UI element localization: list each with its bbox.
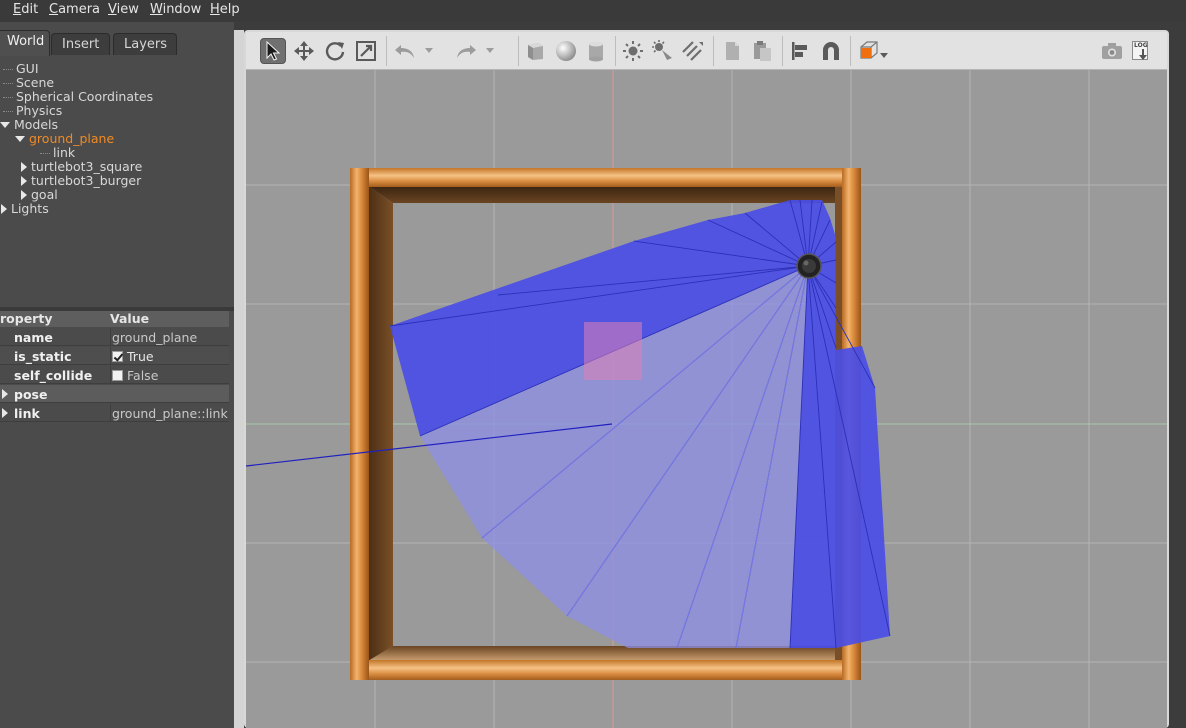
- property-key: self_collide: [14, 368, 93, 383]
- left-panel: World Insert Layers GUI Scene Spherical …: [0, 22, 234, 728]
- tab-insert[interactable]: Insert: [51, 33, 110, 55]
- tree-item-physics[interactable]: Physics: [3, 104, 62, 118]
- scene-render[interactable]: [246, 70, 1167, 728]
- property-value: ground_plane::link: [112, 406, 228, 421]
- scale-icon[interactable]: [353, 38, 379, 64]
- point-light-icon[interactable]: [620, 38, 646, 64]
- tab-layers[interactable]: Layers: [113, 33, 177, 55]
- property-key: pose: [14, 387, 48, 402]
- spot-light-icon[interactable]: [650, 38, 676, 64]
- property-value[interactable]: ground_plane: [112, 330, 197, 345]
- paste-icon[interactable]: [749, 38, 775, 64]
- scene-viewport[interactable]: [246, 70, 1167, 728]
- tab-world[interactable]: World: [0, 30, 50, 56]
- rotate-icon[interactable]: [322, 38, 348, 64]
- expand-arrow-icon[interactable]: [2, 408, 8, 418]
- box-icon[interactable]: [522, 38, 548, 64]
- cylinder-icon[interactable]: [583, 38, 609, 64]
- log-icon[interactable]: LOG: [1128, 38, 1154, 64]
- log-label: LOG: [1134, 42, 1148, 49]
- turtlebot3-burger[interactable]: [796, 253, 822, 279]
- menu-view[interactable]: View: [108, 2, 139, 17]
- expand-arrow-icon[interactable]: [2, 389, 8, 399]
- property-table-header: roperty Value: [0, 311, 229, 327]
- magnet-icon[interactable]: [818, 38, 844, 64]
- expand-arrow-icon[interactable]: [0, 122, 10, 128]
- tree-item-link[interactable]: link: [40, 146, 75, 160]
- property-key: name: [14, 330, 53, 345]
- undo-dropdown-icon[interactable]: [422, 38, 436, 64]
- scene-toolbar: LOG: [246, 32, 1167, 70]
- self-collide-checkbox[interactable]: [112, 370, 123, 381]
- tree-item-turtlebot3-square[interactable]: turtlebot3_square: [21, 160, 142, 174]
- screenshot-icon[interactable]: [1099, 38, 1125, 64]
- panel-tabs: World Insert Layers: [0, 30, 234, 56]
- tree-item-scene[interactable]: Scene: [3, 76, 54, 90]
- property-row-link[interactable]: link ground_plane::link: [0, 404, 229, 422]
- is-static-checkbox[interactable]: [112, 351, 123, 362]
- property-row-name[interactable]: name ground_plane: [0, 328, 229, 346]
- align-icon[interactable]: [787, 38, 813, 64]
- menu-window[interactable]: Window: [150, 2, 201, 17]
- property-row-pose[interactable]: pose: [0, 385, 229, 403]
- vertical-splitter[interactable]: [234, 30, 244, 728]
- tree-item-models[interactable]: Models: [0, 118, 58, 132]
- directional-light-icon[interactable]: [680, 38, 706, 64]
- expand-arrow-icon[interactable]: [15, 136, 25, 142]
- header-value: Value: [110, 311, 150, 326]
- render-view: LOG: [244, 30, 1169, 728]
- collapse-arrow-icon[interactable]: [21, 162, 27, 172]
- world-tree: GUI Scene Spherical Coordinates Physics …: [0, 57, 234, 307]
- tree-item-ground-plane[interactable]: ground_plane: [15, 132, 114, 146]
- property-key: link: [14, 406, 40, 421]
- collapse-arrow-icon[interactable]: [1, 204, 7, 214]
- right-edge: [1169, 30, 1186, 728]
- sphere-icon[interactable]: [553, 38, 579, 64]
- redo-dropdown-icon[interactable]: [483, 38, 497, 64]
- property-value: False: [127, 368, 159, 383]
- tree-item-goal[interactable]: goal: [21, 188, 58, 202]
- tree-item-gui[interactable]: GUI: [3, 62, 39, 76]
- copy-icon[interactable]: [719, 38, 745, 64]
- tree-item-lights[interactable]: Lights: [1, 202, 49, 216]
- menu-edit[interactable]: Edit: [13, 2, 38, 17]
- collapse-arrow-icon[interactable]: [21, 176, 27, 186]
- menu-bar: Edit Camera View Window Help: [0, 0, 1186, 22]
- view-angle-icon[interactable]: [854, 38, 890, 64]
- tree-item-spherical-coordinates[interactable]: Spherical Coordinates: [3, 90, 153, 104]
- select-arrow-icon[interactable]: [260, 38, 286, 64]
- header-property: roperty: [0, 311, 53, 326]
- property-value: True: [127, 349, 154, 364]
- property-row-is-static[interactable]: is_static True: [0, 347, 229, 365]
- redo-icon[interactable]: [453, 38, 479, 64]
- undo-icon[interactable]: [392, 38, 418, 64]
- menu-help[interactable]: Help: [210, 2, 240, 17]
- tree-item-turtlebot3-burger[interactable]: turtlebot3_burger: [21, 174, 141, 188]
- property-key: is_static: [14, 349, 72, 364]
- translate-icon[interactable]: [291, 38, 317, 64]
- menu-camera[interactable]: Camera: [49, 2, 100, 17]
- property-row-self-collide[interactable]: self_collide False: [0, 366, 229, 384]
- collapse-arrow-icon[interactable]: [21, 190, 27, 200]
- goal-marker[interactable]: [584, 322, 642, 380]
